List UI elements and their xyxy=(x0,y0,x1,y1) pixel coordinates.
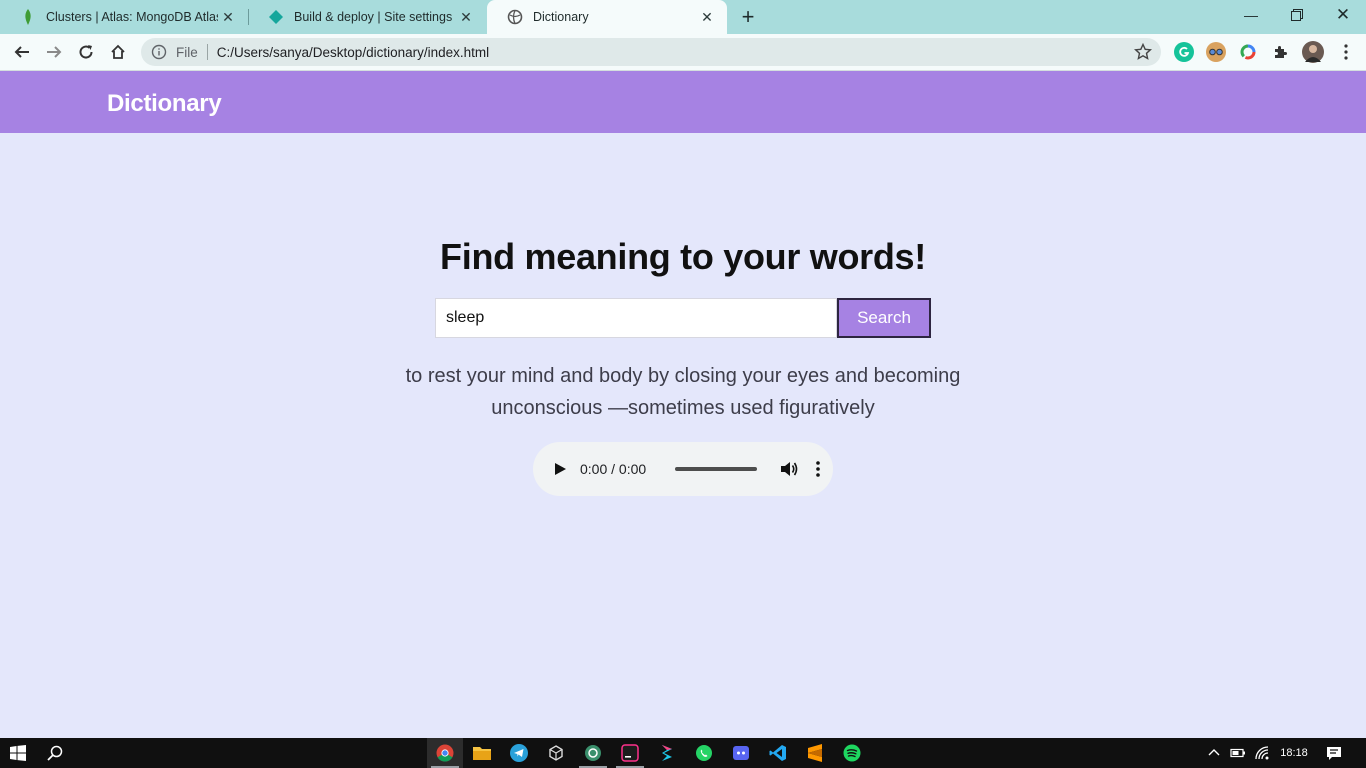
file-explorer-icon xyxy=(473,747,491,760)
audio-time: 0:00 / 0:00 xyxy=(580,461,647,477)
audio-seek-bar[interactable] xyxy=(675,467,758,471)
url-divider xyxy=(206,44,208,60)
windows-logo-icon xyxy=(10,745,26,761)
taskbar-postman[interactable] xyxy=(575,738,611,768)
close-tab-icon[interactable]: ✕ xyxy=(697,7,717,27)
home-button[interactable] xyxy=(104,38,132,66)
search-form: Search xyxy=(435,298,931,338)
close-window-button[interactable]: ✕ xyxy=(1320,0,1366,30)
browser-toolbar: File C:/Users/sanya/Desktop/dictionary/i… xyxy=(0,34,1366,71)
tab-netlify-build-deploy[interactable]: Build & deploy | Site settings ✕ xyxy=(248,0,486,34)
tab-mongodb-atlas[interactable]: Clusters | Atlas: MongoDB Atlas ✕ xyxy=(0,0,248,34)
browser-menu-button[interactable] xyxy=(1332,38,1360,66)
taskbar-file-explorer[interactable] xyxy=(464,738,500,768)
home-icon xyxy=(111,44,125,59)
tab-title: Dictionary xyxy=(533,10,589,24)
pronunciation-audio-player: 0:00 / 0:00 xyxy=(533,442,833,496)
tab-title: Build & deploy | Site settings xyxy=(294,10,453,24)
whatsapp-icon xyxy=(696,745,712,761)
spotify-icon xyxy=(843,744,861,762)
search-icon xyxy=(47,745,63,761)
restore-button[interactable] xyxy=(1274,0,1320,30)
info-icon[interactable] xyxy=(151,44,167,60)
address-bar[interactable]: File C:/Users/sanya/Desktop/dictionary/i… xyxy=(141,38,1161,66)
taskbar-vscode[interactable] xyxy=(760,738,796,768)
battery-icon[interactable] xyxy=(1230,745,1246,761)
new-tab-button[interactable]: + xyxy=(736,4,760,29)
search-taskbar-button[interactable] xyxy=(37,738,73,768)
sublime-icon xyxy=(808,744,822,762)
app-title: Dictionary xyxy=(107,90,222,117)
play-icon[interactable] xyxy=(553,462,567,476)
notification-center-icon[interactable] xyxy=(1326,745,1342,761)
back-button[interactable] xyxy=(8,38,36,66)
reload-button[interactable] xyxy=(72,38,100,66)
telegram-icon xyxy=(510,744,528,762)
word-search-input[interactable] xyxy=(435,298,837,338)
restore-icon xyxy=(1291,9,1303,21)
more-options-icon[interactable] xyxy=(811,459,825,479)
sketch-icon xyxy=(662,745,672,761)
grammarly-extension-icon[interactable] xyxy=(1174,42,1194,62)
profile-avatar[interactable] xyxy=(1302,41,1324,63)
netlify-diamond-icon xyxy=(268,9,284,25)
chevron-up-icon[interactable] xyxy=(1206,745,1222,761)
globe-icon xyxy=(507,9,523,25)
mongodb-leaf-icon xyxy=(20,9,36,25)
taskbar-chrome[interactable] xyxy=(427,738,463,768)
taskbar-whatsapp[interactable] xyxy=(686,738,722,768)
url-scheme: File xyxy=(176,44,198,60)
discord-icon xyxy=(733,746,749,760)
unity-icon xyxy=(549,745,563,761)
extension-color-ring-icon[interactable] xyxy=(1238,42,1258,62)
taskbar-sketch[interactable] xyxy=(649,738,685,768)
chrome-icon xyxy=(436,744,454,762)
postman-icon xyxy=(585,745,601,761)
wifi-icon[interactable] xyxy=(1254,745,1270,761)
taskbar-unity[interactable] xyxy=(538,738,574,768)
reload-icon xyxy=(79,45,93,59)
extension-glasses-icon[interactable] xyxy=(1206,42,1226,62)
bookmark-star-icon[interactable] xyxy=(1134,43,1152,61)
taskbar-telegram[interactable] xyxy=(501,738,537,768)
close-tab-icon[interactable]: ✕ xyxy=(456,7,476,27)
search-button[interactable]: Search xyxy=(837,298,931,338)
windows-taskbar: 18:18 xyxy=(0,738,1366,768)
tab-title: Clusters | Atlas: MongoDB Atlas xyxy=(46,10,218,24)
taskbar-sublime[interactable] xyxy=(797,738,833,768)
forward-button[interactable] xyxy=(40,38,68,66)
close-tab-icon[interactable]: ✕ xyxy=(218,7,238,27)
minimize-button[interactable]: — xyxy=(1228,0,1274,30)
kebab-menu-icon xyxy=(1344,44,1348,60)
extensions-puzzle-icon[interactable] xyxy=(1270,42,1290,62)
page-headline: Find meaning to your words! xyxy=(440,236,926,277)
arrow-left-icon xyxy=(14,46,29,58)
arrow-right-icon xyxy=(47,46,62,58)
jetbrains-icon xyxy=(621,744,639,762)
url-text[interactable]: C:/Users/sanya/Desktop/dictionary/index.… xyxy=(217,45,489,60)
vscode-icon xyxy=(769,745,786,761)
taskbar-discord[interactable] xyxy=(723,738,759,768)
start-button[interactable] xyxy=(0,738,36,768)
tab-dictionary[interactable]: Dictionary ✕ xyxy=(487,0,727,34)
tab-strip: Clusters | Atlas: MongoDB Atlas ✕ Build … xyxy=(0,0,1366,34)
app-header: Dictionary xyxy=(0,71,1366,133)
taskbar-spotify[interactable] xyxy=(834,738,870,768)
volume-icon[interactable] xyxy=(779,459,799,479)
taskbar-jetbrains[interactable] xyxy=(612,738,648,768)
definition-text: to rest your mind and body by closing yo… xyxy=(405,365,961,419)
taskbar-clock[interactable]: 18:18 xyxy=(1274,738,1314,768)
